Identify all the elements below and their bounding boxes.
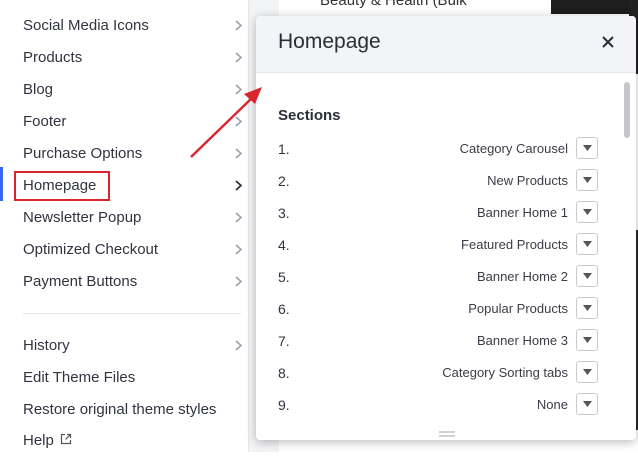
section-row: 9. None [278, 392, 598, 418]
section-value: Banner Home 2 [476, 268, 568, 284]
sidebar-item-label: Blog [23, 80, 54, 98]
section-value: Banner Home 3 [476, 332, 568, 348]
section-number: 6. [278, 301, 290, 317]
chevron-down-icon[interactable] [576, 297, 598, 319]
sidebar-item-social-media-icons[interactable]: Social Media Icons [0, 9, 248, 41]
sidebar-item-newsletter-popup[interactable]: Newsletter Popup [0, 201, 248, 233]
sidebar-item-label: Social Media Icons [23, 16, 149, 34]
chevron-down-icon[interactable] [576, 233, 598, 255]
sidebar-item-edit-theme-files[interactable]: Edit Theme Files [0, 361, 248, 393]
chevron-right-icon [234, 339, 242, 351]
section-value: New Products [487, 172, 568, 188]
sidebar-item-footer[interactable]: Footer [0, 105, 248, 137]
sidebar-item-label: Edit Theme Files [23, 368, 136, 386]
section-number: 1. [278, 141, 290, 157]
sidebar-item-optimized-checkout[interactable]: Optimized Checkout [0, 233, 248, 265]
homepage-panel: Homepage Sections 1. Category Carousel 2… [256, 16, 636, 440]
section-value: Featured Products [461, 236, 568, 252]
sidebar-item-blog[interactable]: Blog [0, 73, 248, 105]
section-value: None [536, 396, 568, 412]
chevron-down-icon[interactable] [576, 361, 598, 383]
section-row: 6. Popular Products [278, 296, 598, 322]
section-number: 8. [278, 365, 290, 381]
chevron-right-icon [234, 51, 242, 63]
section-value: Category Sorting tabs [442, 364, 568, 380]
chevron-down-icon[interactable] [576, 393, 598, 415]
preview-category-text: Beauty & Health (Bulk [320, 0, 467, 9]
section-select[interactable]: Banner Home 2 [477, 264, 598, 288]
chevron-right-icon [234, 147, 242, 159]
sidebar-divider [23, 313, 241, 314]
sidebar-item-label: Restore original theme styles [23, 400, 217, 418]
chevron-down-icon[interactable] [576, 169, 598, 191]
section-value: Banner Home 1 [476, 204, 568, 220]
panel-scrollbar[interactable] [624, 82, 630, 138]
section-select[interactable]: Popular Products [468, 296, 598, 320]
chevron-right-icon [234, 115, 242, 127]
section-select[interactable]: Banner Home 3 [477, 328, 598, 352]
panel-title: Homepage [278, 30, 381, 53]
chevron-right-icon [234, 211, 242, 223]
sidebar-item-label: History [23, 336, 70, 354]
section-row: 4. Featured Products [278, 232, 598, 258]
sidebar-item-label: Help [23, 431, 54, 449]
section-number: 3. [278, 205, 290, 221]
chevron-right-icon [234, 179, 242, 191]
section-number: 5. [278, 269, 290, 285]
sidebar-item-label: Products [23, 48, 83, 66]
sidebar-item-restore-styles[interactable]: Restore original theme styles [0, 393, 248, 425]
sidebar-item-payment-buttons[interactable]: Payment Buttons [0, 265, 248, 297]
chevron-down-icon[interactable] [576, 329, 598, 351]
annotation-highlight-box [14, 171, 110, 201]
panel-header: Homepage [256, 16, 636, 73]
sidebar-item-label: Newsletter Popup [23, 208, 142, 226]
chevron-down-icon[interactable] [576, 137, 598, 159]
sidebar-item-label: Footer [23, 112, 67, 130]
sidebar-item-label: Purchase Options [23, 144, 143, 162]
section-select[interactable]: None [537, 392, 598, 416]
sidebar-item-label: Optimized Checkout [23, 240, 159, 258]
section-number: 7. [278, 333, 290, 349]
chevron-down-icon[interactable] [576, 201, 598, 223]
external-link-icon [60, 432, 72, 449]
section-row: 8. Category Sorting tabs [278, 360, 598, 386]
section-row: 3. Banner Home 1 [278, 200, 598, 226]
section-row: 1. Category Carousel [278, 136, 598, 162]
sections-heading: Sections [278, 107, 341, 124]
sidebar-item-help[interactable]: Help [0, 424, 248, 456]
section-row: 2. New Products [278, 168, 598, 194]
section-value: Category Carousel [459, 140, 568, 156]
preview-image [551, 0, 631, 14]
section-number: 9. [278, 397, 290, 413]
sidebar-item-label: Payment Buttons [23, 272, 138, 290]
theme-sidebar: Social Media Icons Products Blog Footer … [0, 0, 249, 452]
section-select[interactable]: Category Carousel [460, 136, 598, 160]
section-select[interactable]: Banner Home 1 [477, 200, 598, 224]
section-row: 7. Banner Home 3 [278, 328, 598, 354]
chevron-down-icon[interactable] [576, 265, 598, 287]
section-select[interactable]: Category Sorting tabs [442, 360, 598, 384]
chevron-right-icon [234, 275, 242, 287]
section-select[interactable]: Featured Products [461, 232, 598, 256]
chevron-right-icon [234, 19, 242, 31]
sidebar-item-history[interactable]: History [0, 329, 248, 361]
sidebar-item-purchase-options[interactable]: Purchase Options [0, 137, 248, 169]
section-number: 4. [278, 237, 290, 253]
resize-handle-icon[interactable] [439, 424, 455, 437]
section-row: 5. Banner Home 2 [278, 264, 598, 290]
chevron-right-icon [234, 243, 242, 255]
section-value: Popular Products [468, 300, 568, 316]
section-select[interactable]: New Products [487, 168, 598, 192]
section-number: 2. [278, 173, 290, 189]
sidebar-item-products[interactable]: Products [0, 41, 248, 73]
close-icon[interactable] [600, 34, 616, 50]
chevron-right-icon [234, 83, 242, 95]
